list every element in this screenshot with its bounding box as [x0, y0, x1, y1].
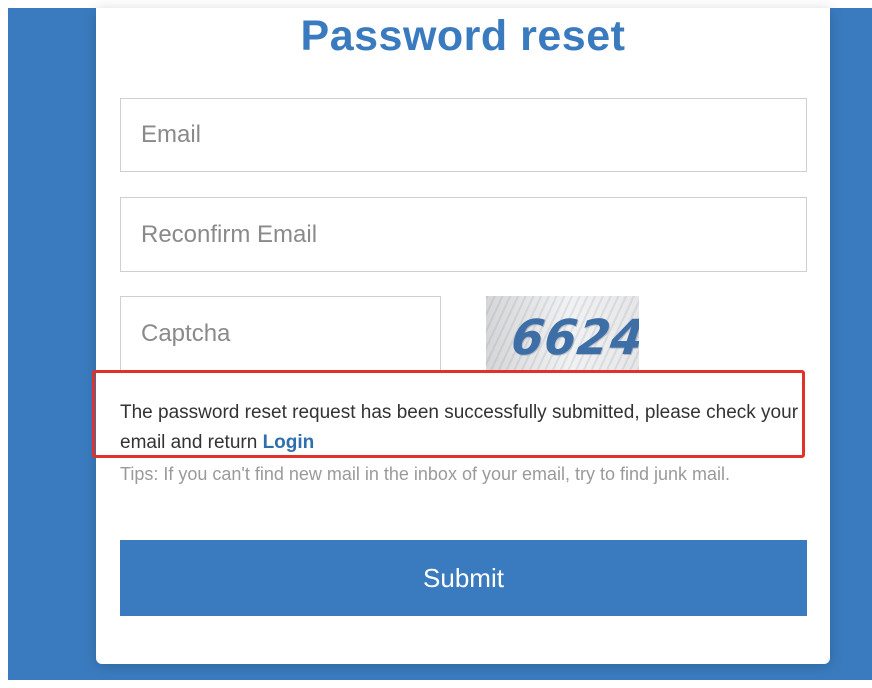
reconfirm-email-input[interactable] [120, 197, 807, 272]
login-link[interactable]: Login [263, 432, 315, 453]
captcha-image-text: 6624 [508, 308, 639, 366]
email-input[interactable] [120, 98, 807, 172]
submit-button[interactable]: Submit [120, 540, 807, 616]
page-title: Password reset [300, 12, 626, 60]
page-background: Password reset 6624 The password reset r… [8, 8, 872, 680]
tips-text: Tips: If you can't find new mail in the … [120, 464, 731, 484]
success-message-text: The password reset request has been succ… [120, 402, 799, 453]
success-message: The password reset request has been succ… [120, 398, 810, 458]
captcha-input[interactable] [120, 296, 441, 372]
password-reset-card: Password reset 6624 The password reset r… [92, 8, 830, 664]
captcha-image[interactable]: 6624 [486, 296, 639, 372]
